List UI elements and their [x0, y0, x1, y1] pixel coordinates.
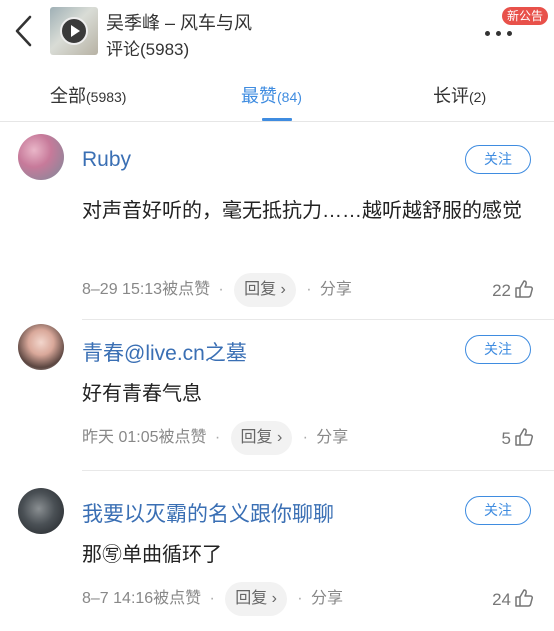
comment-text: 对声音好听的，毫无抵抗力……越听越舒服的感觉 [82, 200, 522, 222]
reply-button[interactable]: 回复 › [234, 273, 296, 307]
meta-separator: · [302, 429, 308, 446]
like-button[interactable]: 5 [470, 427, 534, 449]
active-tab-indicator [262, 118, 292, 121]
tab-label: 最赞 [241, 86, 277, 106]
tab-label: 全部 [50, 86, 86, 106]
meta-separator: · [306, 281, 312, 298]
tab-count: (5983) [86, 89, 127, 105]
share-button[interactable]: 分享 [311, 582, 343, 616]
like-button[interactable]: 24 [470, 588, 534, 610]
back-button[interactable] [12, 14, 36, 48]
meta-separator: · [218, 281, 224, 298]
tab-all[interactable]: 全部(5983) [50, 82, 126, 108]
tab-hot[interactable]: 最赞(84) [241, 82, 302, 108]
reply-button[interactable]: 回复 › [230, 421, 293, 455]
comment-time: 8–7 14:16被点赞 [82, 590, 202, 607]
comment-meta: 8–29 15:13被点赞 · 回复 › · 分享 [82, 273, 352, 307]
avatar[interactable] [18, 488, 64, 534]
follow-button[interactable]: 关注 [465, 145, 531, 174]
tab-count: (84) [277, 89, 302, 105]
follow-button[interactable]: 关注 [465, 496, 531, 525]
comment-divider [82, 319, 554, 320]
comment-tabs: 全部(5983) 最赞(84) 长评(2) [0, 66, 554, 122]
tab-count: (2) [469, 89, 487, 105]
chevron-left-icon [15, 15, 32, 47]
comment-divider [82, 470, 554, 471]
comment-text: 那㊢单曲循环了 [82, 544, 222, 566]
thumbs-up-icon [515, 428, 534, 446]
like-count: 22 [492, 281, 511, 300]
thumbs-up-icon [515, 589, 534, 607]
comment-meta: 昨天 01:05被点赞 · 回复 › · 分享 [82, 421, 348, 455]
tab-long[interactable]: 长评(2) [433, 82, 486, 108]
song-title: 吴季峰 – 风车与风 [106, 13, 253, 33]
avatar[interactable] [18, 134, 64, 180]
avatar[interactable] [18, 324, 64, 370]
like-button[interactable]: 22 [470, 279, 534, 301]
comment-time: 昨天 01:05被点赞 [82, 429, 207, 446]
share-button[interactable]: 分享 [320, 273, 352, 307]
meta-separator: · [214, 429, 221, 446]
share-button[interactable]: 分享 [316, 421, 348, 455]
comment-time: 8–29 15:13被点赞 [82, 281, 211, 298]
comment-text: 好有青春气息 [82, 383, 202, 405]
header-bar: 吴季峰 – 风车与风 评论(5983) 新公告 [0, 0, 554, 66]
more-options-button[interactable] [485, 23, 525, 39]
like-count: 5 [501, 429, 511, 448]
follow-button[interactable]: 关注 [465, 335, 531, 364]
tab-label: 长评 [433, 86, 469, 106]
comment-username[interactable]: 青春@live.cn之墓 [82, 337, 247, 367]
like-count: 24 [492, 590, 511, 609]
play-icon [60, 17, 88, 45]
comment-count: 评论(5983) [106, 40, 190, 59]
meta-separator: · [209, 590, 215, 607]
album-cover[interactable] [50, 7, 98, 55]
thumbs-up-icon [515, 280, 534, 298]
comment-meta: 8–7 14:16被点赞 · 回复 › · 分享 [82, 582, 343, 616]
comment-username[interactable]: 我要以灭霸的名义跟你聊聊 [82, 498, 334, 528]
meta-separator: · [297, 590, 303, 607]
comment-username[interactable]: Ruby [82, 148, 131, 172]
more-dots-icon [485, 23, 518, 40]
reply-button[interactable]: 回复 › [225, 582, 287, 616]
